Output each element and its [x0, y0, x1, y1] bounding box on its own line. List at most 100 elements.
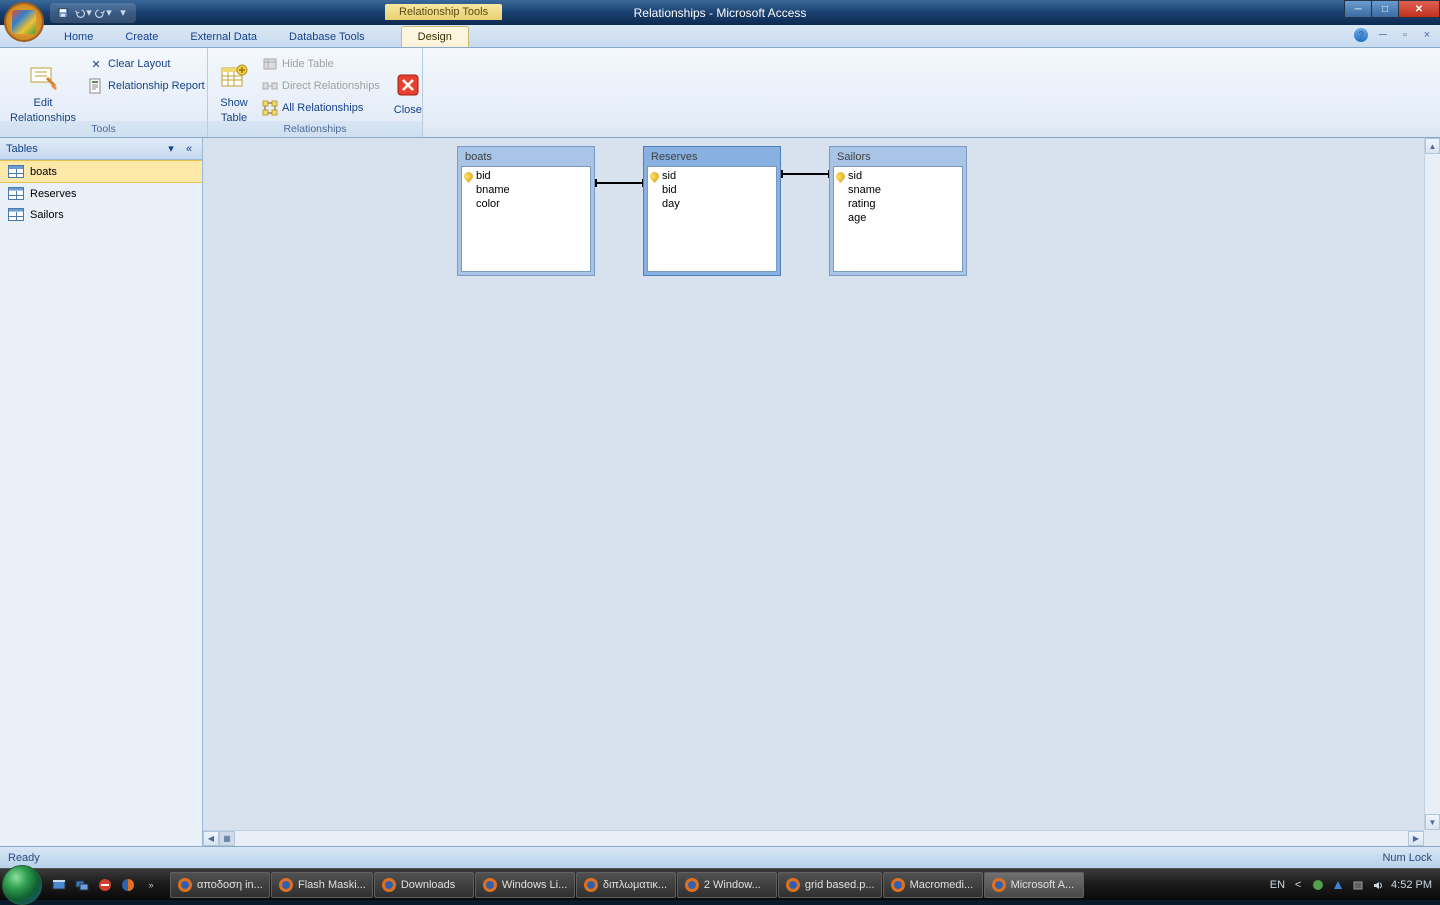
- table-icon: [8, 208, 24, 221]
- table-field[interactable]: bid: [648, 183, 776, 197]
- nav-item-sailors[interactable]: Sailors: [0, 204, 202, 225]
- taskbar-app[interactable]: Microsoft A...: [984, 872, 1084, 898]
- table-field[interactable]: sid: [834, 169, 962, 183]
- table-box-title[interactable]: Sailors: [833, 150, 963, 166]
- app-icon: [278, 877, 294, 893]
- table-box-sailors[interactable]: Sailors sidsnameratingage: [829, 146, 967, 276]
- all-relationships-button[interactable]: All Relationships: [256, 98, 386, 118]
- taskbar-app[interactable]: Downloads: [374, 872, 474, 898]
- nav-item-boats[interactable]: boats: [0, 160, 202, 183]
- scroll-right-icon[interactable]: ▶: [1408, 831, 1424, 846]
- ribbon-close-icon[interactable]: ×: [1420, 28, 1434, 42]
- start-button[interactable]: [2, 865, 42, 905]
- app-icon: [991, 877, 1007, 893]
- table-field[interactable]: age: [834, 211, 962, 225]
- window-controls: ─ □ ✕: [1345, 0, 1440, 18]
- show-table-icon: [218, 62, 250, 94]
- table-field[interactable]: day: [648, 197, 776, 211]
- taskbar-app[interactable]: Windows Li...: [475, 872, 575, 898]
- relationship-report-button[interactable]: Relationship Report: [82, 76, 211, 96]
- office-button[interactable]: [4, 2, 44, 42]
- qat-customize-icon[interactable]: ▾: [114, 5, 132, 21]
- window-maximize-button[interactable]: □: [1371, 0, 1399, 18]
- table-box-reserves[interactable]: Reserves sidbidday: [643, 146, 781, 276]
- ql-app-icon[interactable]: [94, 873, 116, 897]
- relationship-line[interactable]: [781, 173, 830, 175]
- tab-home[interactable]: Home: [48, 27, 109, 47]
- relationship-report-icon: [88, 78, 104, 94]
- table-field[interactable]: bname: [462, 183, 590, 197]
- clear-layout-button[interactable]: ✕Clear Layout: [82, 54, 211, 74]
- save-icon[interactable]: [54, 5, 72, 21]
- quick-access-toolbar: ▾ ▾ ▾: [50, 3, 136, 23]
- tray-expand-icon[interactable]: <: [1291, 878, 1305, 892]
- quick-launch: »: [48, 873, 162, 897]
- relationship-line[interactable]: [595, 182, 644, 184]
- navigation-pane-header[interactable]: Tables ▾ «: [0, 138, 202, 160]
- taskbar-app-label: 2 Window...: [704, 879, 761, 891]
- horizontal-scrollbar[interactable]: ◀ ▦ ▶: [203, 830, 1424, 846]
- clock[interactable]: 4:52 PM: [1391, 879, 1432, 891]
- nav-collapse-icon[interactable]: «: [182, 142, 196, 156]
- view-switcher-icon[interactable]: ▦: [219, 831, 235, 846]
- window-close-button[interactable]: ✕: [1398, 0, 1440, 18]
- vertical-scrollbar[interactable]: ▲ ▼: [1424, 138, 1440, 830]
- tab-design[interactable]: Design: [401, 26, 469, 47]
- taskbar-app[interactable]: Macromedi...: [883, 872, 983, 898]
- tray-icon[interactable]: [1311, 878, 1325, 892]
- taskbar-app[interactable]: αποδοση in...: [170, 872, 270, 898]
- table-field[interactable]: sid: [648, 169, 776, 183]
- tab-create[interactable]: Create: [109, 27, 174, 47]
- help-icon[interactable]: ?: [1354, 28, 1368, 42]
- direct-relationships-button: Direct Relationships: [256, 76, 386, 96]
- tray-icon[interactable]: [1351, 878, 1365, 892]
- ribbon-tabs: Home Create External Data Database Tools…: [0, 25, 1440, 48]
- tab-external-data[interactable]: External Data: [174, 27, 273, 47]
- ql-more-icon[interactable]: »: [140, 873, 162, 897]
- taskbar-app-label: διπλωματικ...: [603, 879, 667, 891]
- app-icon: [583, 877, 599, 893]
- table-field[interactable]: sname: [834, 183, 962, 197]
- scroll-down-icon[interactable]: ▼: [1425, 814, 1440, 830]
- taskbar-app-label: Macromedi...: [910, 879, 974, 891]
- taskbar-app-label: Microsoft A...: [1011, 879, 1075, 891]
- ribbon-body: Edit Relationships ✕Clear Layout Relatio…: [0, 48, 1440, 138]
- table-field[interactable]: rating: [834, 197, 962, 211]
- taskbar-app[interactable]: Flash Maski...: [271, 872, 373, 898]
- table-box-title[interactable]: boats: [461, 150, 591, 166]
- tab-database-tools[interactable]: Database Tools: [273, 27, 381, 47]
- tray-volume-icon[interactable]: [1371, 878, 1385, 892]
- nav-dropdown-icon[interactable]: ▾: [164, 142, 178, 156]
- window-minimize-button[interactable]: ─: [1344, 0, 1372, 18]
- scroll-up-icon[interactable]: ▲: [1425, 138, 1440, 154]
- undo-icon[interactable]: ▾: [74, 5, 92, 21]
- ql-firefox-icon[interactable]: [117, 873, 139, 897]
- ribbon-minimize-icon[interactable]: ─: [1376, 28, 1390, 42]
- switch-windows-icon[interactable]: [71, 873, 93, 897]
- table-box-title[interactable]: Reserves: [647, 150, 777, 166]
- table-field[interactable]: bid: [462, 169, 590, 183]
- table-icon: [8, 187, 24, 200]
- relationship-canvas[interactable]: boatsbidbnamecolorReservessidbiddaySailo…: [203, 138, 1424, 830]
- app-icon: [684, 877, 700, 893]
- scroll-left-icon[interactable]: ◀: [203, 831, 219, 846]
- tray-icon[interactable]: [1331, 878, 1345, 892]
- app-icon: [177, 877, 193, 893]
- language-indicator[interactable]: EN: [1270, 879, 1285, 891]
- table-box-boats[interactable]: boats bidbnamecolor: [457, 146, 595, 276]
- all-relationships-icon: [262, 100, 278, 116]
- show-desktop-icon[interactable]: [48, 873, 70, 897]
- taskbar-app[interactable]: grid based.p...: [778, 872, 882, 898]
- relationship-canvas-wrap: boatsbidbnamecolorReservessidbiddaySailo…: [203, 138, 1440, 846]
- taskbar-app[interactable]: διπλωματικ...: [576, 872, 676, 898]
- ribbon-group-tools: Edit Relationships ✕Clear Layout Relatio…: [0, 48, 208, 137]
- taskbar-app-label: Flash Maski...: [298, 879, 366, 891]
- clear-layout-icon: ✕: [88, 56, 104, 72]
- nav-item-reserves[interactable]: Reserves: [0, 183, 202, 204]
- ribbon-restore-icon[interactable]: ▫: [1398, 28, 1412, 42]
- taskbar-app[interactable]: 2 Window...: [677, 872, 777, 898]
- redo-icon[interactable]: ▾: [94, 5, 112, 21]
- status-text: Ready: [8, 852, 40, 864]
- app-icon: [890, 877, 906, 893]
- table-field[interactable]: color: [462, 197, 590, 211]
